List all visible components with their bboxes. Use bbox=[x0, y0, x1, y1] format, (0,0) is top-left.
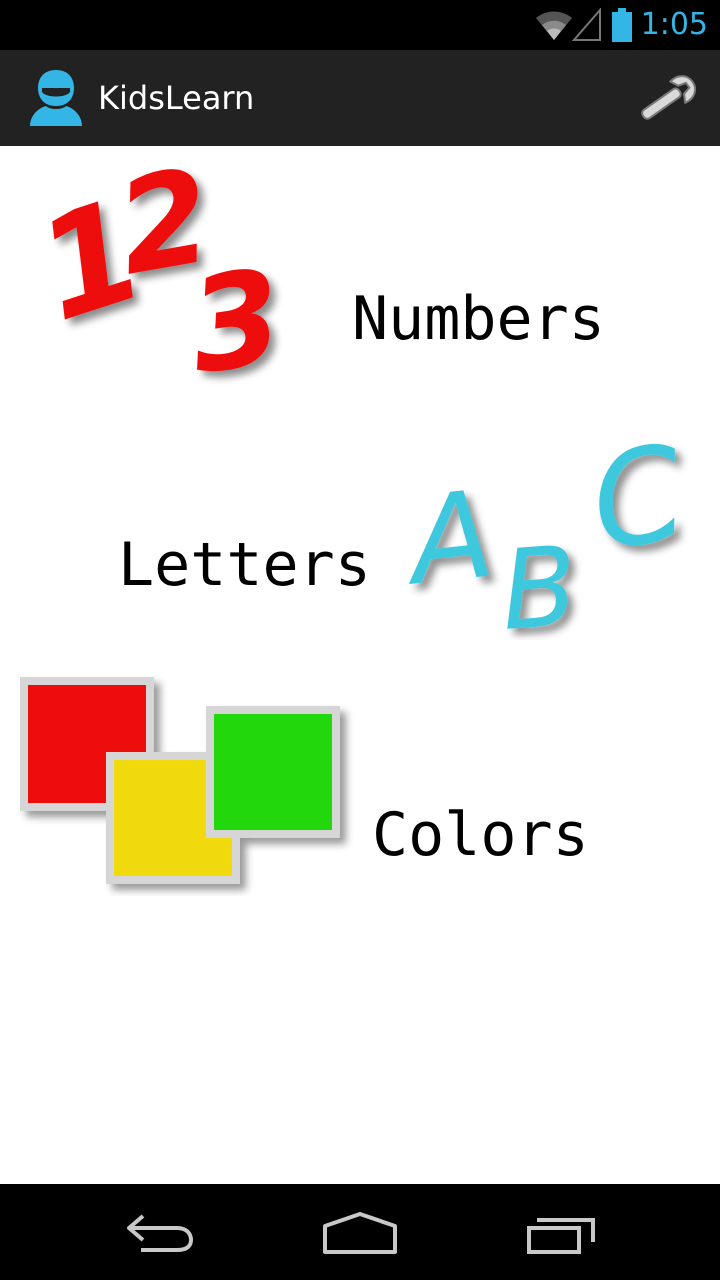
signal-icon bbox=[572, 8, 601, 41]
settings-button[interactable] bbox=[636, 72, 700, 126]
menu-item-numbers[interactable]: 1 2 3 Numbers bbox=[0, 146, 720, 406]
letter-a: A bbox=[405, 465, 500, 613]
wifi-icon bbox=[536, 11, 572, 40]
person-icon[interactable] bbox=[28, 68, 84, 128]
app-title: KidsLearn bbox=[98, 79, 255, 117]
back-icon bbox=[127, 1214, 194, 1252]
menu-list: 1 2 3 Numbers Letters A B C Colors bbox=[0, 146, 720, 1184]
clock: 1:05 bbox=[640, 7, 708, 42]
action-bar: KidsLearn bbox=[0, 50, 720, 146]
menu-item-colors[interactable]: Colors bbox=[0, 676, 720, 906]
letters-abc-icon: A B C bbox=[405, 430, 696, 640]
letter-b: B bbox=[497, 522, 581, 640]
letters-label: Letters bbox=[118, 530, 371, 600]
battery-icon bbox=[612, 8, 632, 42]
nav-bar bbox=[0, 1184, 720, 1280]
green-swatch bbox=[206, 706, 340, 838]
recent-apps-icon bbox=[527, 1218, 595, 1254]
digit-three: 3 bbox=[181, 240, 292, 386]
back-button[interactable] bbox=[115, 1206, 205, 1260]
letter-c: C bbox=[580, 430, 696, 581]
home-button[interactable] bbox=[315, 1206, 405, 1260]
numbers-123-icon: 1 2 3 bbox=[40, 156, 292, 386]
colors-label: Colors bbox=[372, 800, 589, 870]
numbers-label: Numbers bbox=[352, 284, 605, 354]
recent-apps-button[interactable] bbox=[515, 1206, 605, 1260]
color-squares-icon bbox=[20, 677, 340, 884]
menu-item-letters[interactable]: Letters A B C bbox=[0, 426, 720, 656]
wrench-icon bbox=[641, 75, 696, 120]
status-bar: 1:05 bbox=[0, 0, 720, 50]
home-icon bbox=[323, 1212, 397, 1254]
screen: 1:05 KidsLearn 1 2 3 Numbers Letters A B… bbox=[0, 0, 720, 1280]
